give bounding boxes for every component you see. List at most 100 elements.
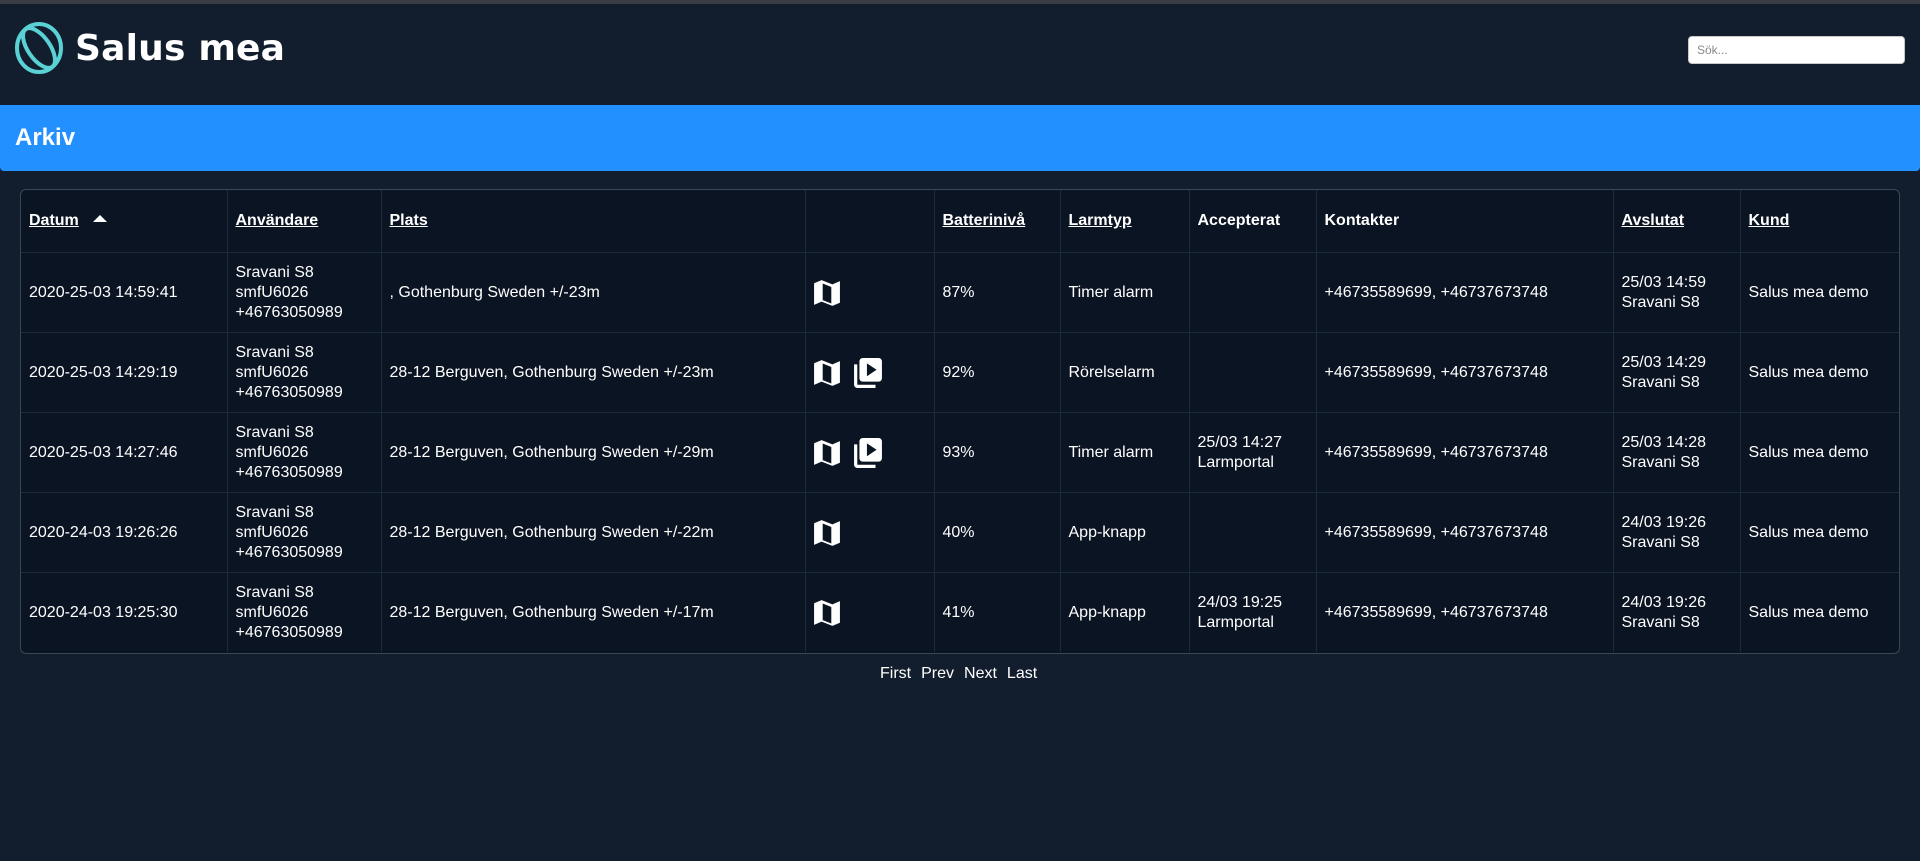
cell-actions	[805, 492, 935, 573]
cell-avslutat: 25/03 14:28 Sravani S8	[1613, 412, 1741, 493]
user-id: smfU6026	[235, 523, 309, 541]
avslutat-time: 24/03 19:26	[1621, 513, 1707, 531]
avslutat-time: 25/03 14:29	[1621, 353, 1707, 371]
column-header-datum[interactable]: Datum	[21, 190, 228, 253]
column-header-anvandare-label[interactable]: Användare	[236, 212, 319, 229]
map-icon[interactable]	[813, 439, 840, 467]
video-library-icon[interactable]	[853, 437, 882, 468]
cell-larmtyp: App-knapp	[1060, 572, 1190, 652]
kontakter-text: +46735589699, +46737673748	[1324, 603, 1548, 621]
user-name: Sravani S8	[235, 583, 314, 601]
cell-actions	[805, 572, 935, 652]
cell-anvandare: Sravani S8 smfU6026 +46763050989	[227, 492, 382, 573]
column-header-plats[interactable]: Plats	[381, 190, 806, 253]
cell-actions	[805, 412, 935, 493]
larmtyp-text: Timer alarm	[1068, 443, 1154, 461]
column-header-avslutat[interactable]: Avslutat	[1613, 190, 1741, 253]
user-name: Sravani S8	[235, 503, 314, 521]
cell-datum: 2020-25-03 14:59:41	[21, 252, 228, 333]
kund-text: Salus mea demo	[1748, 283, 1869, 301]
cell-kund: Salus mea demo	[1740, 252, 1899, 333]
column-header-larmtyp-label[interactable]: Larmtyp	[1069, 212, 1132, 229]
pagination: First Prev Next Last	[880, 665, 1037, 683]
avslutat-by: Sravani S8	[1621, 533, 1700, 551]
column-header-batteri[interactable]: Batterinivå	[934, 190, 1061, 253]
plats-text: 28-12 Berguven, Gothenburg Sweden +/-17m	[389, 603, 714, 621]
cell-batteri: 41%	[934, 572, 1061, 652]
cell-kund: Salus mea demo	[1740, 492, 1899, 573]
cell-accepterat	[1189, 252, 1317, 333]
user-id: smfU6026	[235, 283, 309, 301]
map-icon[interactable]	[813, 599, 840, 627]
column-header-avslutat-label[interactable]: Avslutat	[1622, 212, 1685, 229]
map-icon[interactable]	[813, 359, 840, 387]
column-header-actions	[805, 190, 935, 253]
column-header-plats-label[interactable]: Plats	[390, 212, 428, 229]
cell-kund: Salus mea demo	[1740, 412, 1899, 493]
pager-prev[interactable]: Prev	[921, 665, 954, 683]
table-row[interactable]: 2020-25-03 14:59:41 Sravani S8 smfU6026 …	[21, 252, 1899, 333]
cell-plats: 28-12 Berguven, Gothenburg Sweden +/-17m	[381, 572, 806, 652]
app-header: Salus mea	[0, 4, 1920, 100]
avslutat-time: 25/03 14:28	[1621, 433, 1707, 451]
app-name: Salus mea	[75, 27, 286, 69]
column-header-datum-label[interactable]: Datum	[29, 212, 79, 229]
archive-table-container: Datum Användare Plats Batterinivå Larmty…	[20, 189, 1900, 654]
column-header-kontakter-label: Kontakter	[1324, 212, 1400, 229]
column-header-larmtyp[interactable]: Larmtyp	[1060, 190, 1190, 253]
kund-text: Salus mea demo	[1748, 443, 1869, 461]
search-input[interactable]	[1688, 36, 1905, 64]
map-icon[interactable]	[813, 519, 840, 547]
user-id: smfU6026	[235, 363, 309, 381]
column-header-kund[interactable]: Kund	[1740, 190, 1899, 253]
user-phone: +46763050989	[235, 303, 343, 321]
logo-icon	[15, 22, 63, 74]
user-phone: +46763050989	[235, 623, 343, 641]
cell-larmtyp: Rörelselarm	[1060, 332, 1190, 413]
table-row[interactable]: 2020-25-03 14:29:19 Sravani S8 smfU6026 …	[21, 332, 1899, 413]
user-phone: +46763050989	[235, 543, 343, 561]
accepterat-time: 24/03 19:25	[1197, 593, 1283, 611]
cell-kontakter: +46735589699, +46737673748	[1316, 252, 1614, 333]
table-row[interactable]: 2020-24-03 19:25:30 Sravani S8 smfU6026 …	[21, 572, 1899, 653]
cell-kund: Salus mea demo	[1740, 573, 1899, 653]
batteri-text: 40%	[942, 523, 975, 541]
kontakter-text: +46735589699, +46737673748	[1324, 283, 1548, 301]
accepterat-by: Larmportal	[1197, 453, 1274, 471]
user-name: Sravani S8	[235, 343, 314, 361]
accepterat-time: 25/03 14:27	[1197, 433, 1283, 451]
table-row[interactable]: 2020-24-03 19:26:26 Sravani S8 smfU6026 …	[21, 492, 1899, 573]
plats-text: , Gothenburg Sweden +/-23m	[389, 283, 600, 301]
column-header-anvandare[interactable]: Användare	[227, 190, 382, 253]
user-name: Sravani S8	[235, 423, 314, 441]
pager-first[interactable]: First	[880, 665, 911, 683]
datum-text: 2020-25-03 14:27:46	[29, 443, 178, 461]
row-action-icons	[813, 437, 926, 468]
datum-text: 2020-24-03 19:25:30	[29, 603, 178, 621]
column-header-kund-label[interactable]: Kund	[1749, 212, 1790, 229]
cell-batteri: 92%	[934, 332, 1061, 413]
datum-text: 2020-25-03 14:59:41	[29, 283, 178, 301]
logo[interactable]: Salus mea	[13, 20, 285, 76]
user-id: smfU6026	[235, 603, 309, 621]
pager-next[interactable]: Next	[964, 665, 997, 683]
cell-larmtyp: Timer alarm	[1060, 412, 1190, 493]
cell-anvandare: Sravani S8 smfU6026 +46763050989	[227, 412, 382, 493]
larmtyp-text: Rörelselarm	[1068, 363, 1155, 381]
column-header-batteri-label[interactable]: Batterinivå	[943, 212, 1026, 229]
video-library-icon[interactable]	[853, 357, 882, 388]
table-row[interactable]: 2020-25-03 14:27:46 Sravani S8 smfU6026 …	[21, 412, 1899, 493]
datum-text: 2020-25-03 14:29:19	[29, 363, 178, 381]
map-icon[interactable]	[813, 279, 840, 307]
archive-table: Datum Användare Plats Batterinivå Larmty…	[21, 190, 1899, 653]
larmtyp-text: Timer alarm	[1068, 283, 1154, 301]
cell-datum: 2020-25-03 14:27:46	[21, 412, 228, 493]
cell-plats: 28-12 Berguven, Gothenburg Sweden +/-29m	[381, 412, 806, 493]
cell-larmtyp: App-knapp	[1060, 492, 1190, 573]
cell-batteri: 93%	[934, 412, 1061, 493]
cell-avslutat: 24/03 19:26 Sravani S8	[1613, 572, 1741, 652]
kontakter-text: +46735589699, +46737673748	[1324, 363, 1548, 381]
cell-avslutat: 25/03 14:59 Sravani S8	[1613, 252, 1741, 333]
page-title: Arkiv	[15, 124, 76, 151]
pager-last[interactable]: Last	[1007, 665, 1037, 683]
